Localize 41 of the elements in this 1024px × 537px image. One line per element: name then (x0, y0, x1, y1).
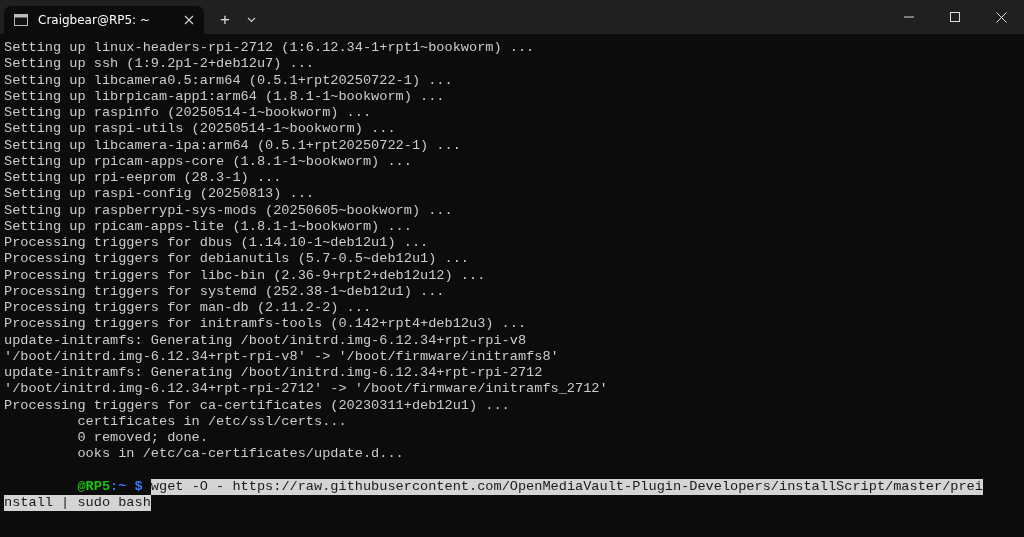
prompt-path: :~ (110, 478, 127, 495)
prompt-host: @RP5 (77, 478, 111, 495)
close-icon (995, 11, 1007, 23)
close-icon (184, 15, 194, 25)
output-line: 0 removed; done. (77, 430, 208, 447)
output-line: certificates in /etc/ssl/certs... (77, 413, 347, 430)
output-line: Setting up linux-headers-rpi-2712 (1:6.12.34-1+rpt1~bookworm) ... (4, 40, 535, 57)
output-line: Setting up libcamera-ipa:arm64 (0.5.1+rpt20250722-1) ... (4, 137, 461, 154)
output-line: '/boot/initrd.img-6.12.34+rpt-rpi-2712' -> '/boot/firmware/initramfs_2712' (4, 381, 608, 398)
output-line: Setting up rpicam-apps-core (1.8.1-1~bookworm) ... (4, 153, 412, 170)
output-line: Processing triggers for ca-certificates (20230311+deb12u1) ... (4, 397, 510, 414)
output-line: Processing triggers for systemd (252.38-1~deb12u1) ... (4, 283, 445, 300)
output-line: Processing triggers for man-db (2.11.2-2) ... (4, 300, 372, 317)
terminal-tab[interactable]: Craigbear@RP5: ~ (4, 6, 204, 34)
terminal-icon (14, 14, 28, 26)
output-line: '/boot/initrd.img-6.12.34+rpt-rpi-v8' -> '/boot/firmware/initramfs8' (4, 348, 559, 365)
output-line: Setting up rpi-eeprom (28.3-1) ... (4, 170, 282, 187)
output-line: Setting up rpicam-apps-lite (1.8.1-1~bookworm) ... (4, 218, 412, 235)
output-line: Setting up libcamera0.5:arm64 (0.5.1+rpt20250722-1) ... (4, 72, 453, 89)
output-line: Processing triggers for libc-bin (2.36-9+rpt2+deb12u12) ... (4, 267, 486, 284)
command-text: wget -O - https://raw.githubusercontent.com/OpenMediaVault-Plugin-Developers/installScript/master/prei (150, 478, 983, 495)
prompt-symbol: $ (134, 478, 143, 495)
output-line: Processing triggers for dbus (1.14.10-1~deb12u1) ... (4, 235, 429, 252)
output-line: ooks in /etc/ca-certificates/update.d... (77, 446, 404, 463)
output-line: update-initramfs: Generating /boot/initrd.img-6.12.34+rpt-rpi-v8 (4, 332, 527, 349)
output-line: Processing triggers for initramfs-tools (0.142+rpt4+deb12u3) ... (4, 316, 527, 333)
output-line: Setting up librpicam-app1:arm64 (1.8.1-1~bookworm) ... (4, 88, 445, 105)
output-line: Setting up raspi-config (20250813) ... (4, 186, 314, 203)
output-line: Setting up ssh (1:9.2p1-2+deb12u7) ... (4, 56, 314, 73)
output-line: Setting up raspberrypi-sys-mods (20250605~bookworm) ... (4, 202, 453, 219)
output-line: Setting up raspinfo (20250514-1~bookworm) ... (4, 105, 372, 122)
tab-title: Craigbear@RP5: ~ (38, 13, 152, 27)
chevron-down-icon (246, 17, 256, 23)
command-text: nstall | sudo bash (4, 495, 151, 512)
output-line: update-initramfs: Generating /boot/initrd.img-6.12.34+rpt-rpi-2712 (4, 365, 543, 382)
output-line: Setting up raspi-utils (20250514-1~bookworm) ... (4, 121, 396, 138)
maximize-icon (950, 12, 960, 22)
new-tab-button[interactable]: + (210, 6, 240, 34)
minimize-icon (904, 16, 914, 18)
close-tab-button[interactable] (184, 15, 194, 25)
output-line: Processing triggers for debianutils (5.7-0.5~deb12u1) ... (4, 251, 469, 268)
